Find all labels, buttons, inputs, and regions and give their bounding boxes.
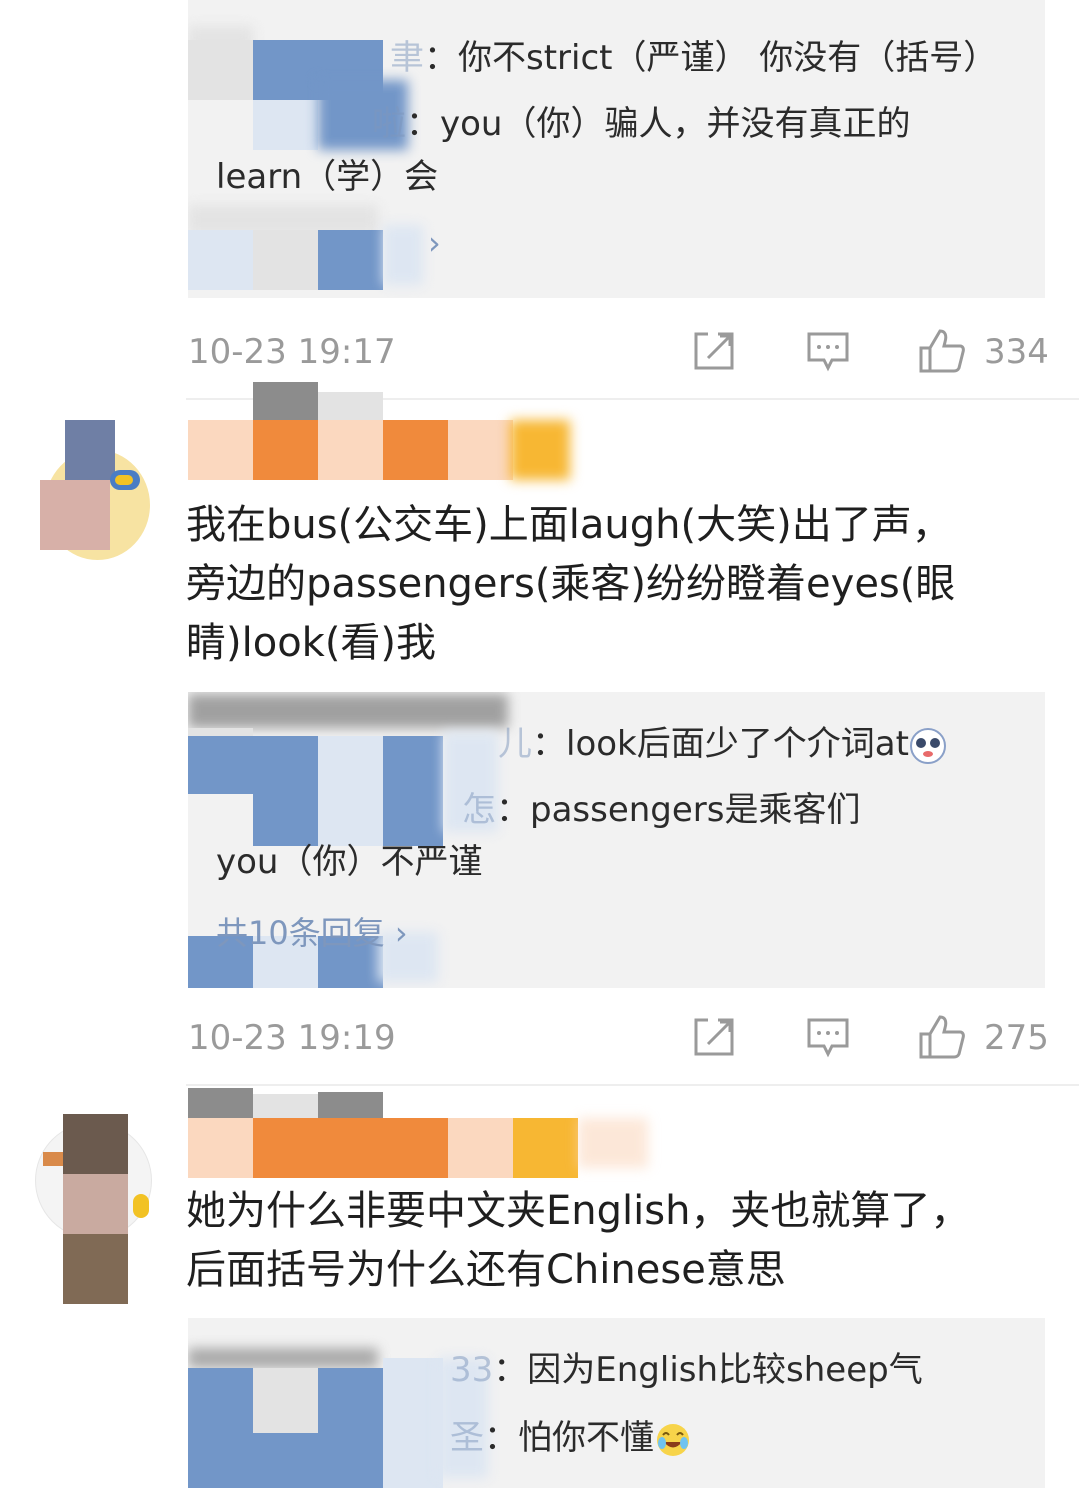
comment-text: 她为什么非要中文夹English，夹也就算了，: [186, 1188, 971, 1234]
reply-box: [188, 1318, 1045, 1488]
like-count: 275: [984, 1018, 1049, 1058]
share-icon[interactable]: [692, 1016, 736, 1058]
comment-text: 睛)look(看)我: [186, 620, 437, 666]
comment-time: 10-23 19:17: [188, 332, 396, 372]
panda-emoji-icon: [909, 727, 946, 764]
chevron-right-icon: ›: [428, 224, 441, 262]
reply-text: 聿：你不strict（严谨） 你没有（括号）: [390, 38, 998, 78]
reply-text: 啦：you（你）骗人，并没有真正的: [372, 104, 911, 144]
comment-time: 10-23 19:19: [188, 1018, 396, 1058]
reply-text: 圣：怕你不懂: [450, 1416, 692, 1460]
comment-text: 旁边的passengers(乘客)纷纷瞪着eyes(眼: [186, 561, 956, 607]
reply-text: 怎：passengers是乘客们: [462, 790, 861, 830]
avatar[interactable]: [35, 420, 150, 565]
like-count: 334: [984, 332, 1049, 372]
thumbs-up-icon[interactable]: [918, 1014, 966, 1060]
share-icon[interactable]: [692, 330, 736, 372]
username[interactable]: [188, 1088, 668, 1180]
more-replies-link[interactable]: ›: [428, 224, 441, 262]
reply-text: 33：因为English比较sheep气: [450, 1350, 923, 1390]
divider: [186, 1084, 1079, 1086]
avatar[interactable]: [35, 1112, 155, 1307]
reply-text: you（你）不严谨: [216, 842, 483, 882]
comment-text: 我在bus(公交车)上面laugh(大笑)出了声，: [186, 502, 952, 548]
comment-icon[interactable]: [806, 330, 850, 374]
comment-text: 后面括号为什么还有Chinese意思: [186, 1247, 786, 1293]
reply-text: 儿：look后面少了个介词at: [498, 722, 947, 766]
more-replies-link[interactable]: 共10条回复 ›: [216, 908, 408, 954]
comment-icon[interactable]: [806, 1016, 850, 1060]
reply-text: learn（学）会: [216, 157, 439, 197]
chevron-right-icon: ›: [394, 914, 408, 952]
laughing-emoji-icon: [657, 1423, 689, 1456]
thumbs-up-icon[interactable]: [918, 328, 966, 374]
username[interactable]: [188, 382, 578, 482]
